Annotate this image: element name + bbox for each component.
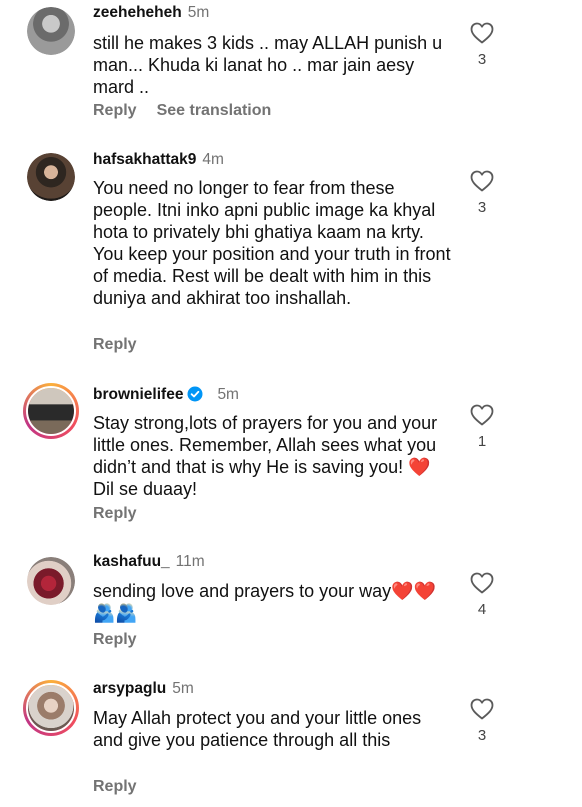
heart-outline-icon[interactable] [469, 698, 495, 720]
comment-text: still he makes 3 kids .. may ALLAH punis… [93, 33, 443, 97]
comment-timestamp: 5m [217, 386, 239, 403]
comment-timestamp: 5m [172, 680, 194, 697]
heart-outline-icon[interactable] [469, 404, 495, 426]
comment-text: May Allah protect you and your little on… [93, 708, 422, 750]
comment-username[interactable]: hafsakhattak9 [93, 151, 196, 168]
comment-username[interactable]: zeeheheheh [93, 4, 182, 21]
reply-button[interactable]: Reply [93, 631, 137, 648]
reply-button[interactable]: Reply [93, 102, 137, 119]
heart-outline-icon[interactable] [469, 572, 495, 594]
like-count: 3 [477, 727, 487, 744]
comment-text: You need no longer to fear from these pe… [93, 178, 451, 308]
avatar[interactable] [27, 557, 75, 605]
comment-username[interactable]: arsypaglu [93, 680, 166, 697]
avatar[interactable] [23, 680, 79, 736]
comment-timestamp: 4m [202, 151, 224, 168]
avatar[interactable] [23, 383, 79, 439]
like-count: 3 [477, 199, 487, 216]
comment-username[interactable]: brownielifee [93, 386, 183, 403]
reply-button[interactable]: Reply [93, 336, 137, 353]
heart-outline-icon[interactable] [469, 170, 495, 192]
avatar[interactable] [27, 7, 75, 55]
avatar[interactable] [27, 153, 75, 201]
see-translation-button[interactable]: See translation [157, 102, 272, 119]
comment-username[interactable]: kashafuu_ [93, 553, 170, 570]
reply-button[interactable]: Reply [93, 505, 137, 522]
verified-badge-icon [187, 386, 203, 407]
comment-timestamp: 5m [187, 4, 210, 21]
heart-outline-icon[interactable] [469, 22, 495, 44]
comment-text: Stay strong,lots of prayers for you and … [93, 413, 438, 499]
comment-timestamp: 11m [175, 553, 205, 570]
like-count: 3 [477, 51, 487, 68]
like-count: 4 [477, 601, 487, 618]
comment-text: sending love and prayers to your way❤️❤️… [93, 581, 436, 623]
reply-button[interactable]: Reply [93, 778, 137, 795]
like-count: 1 [477, 433, 487, 450]
